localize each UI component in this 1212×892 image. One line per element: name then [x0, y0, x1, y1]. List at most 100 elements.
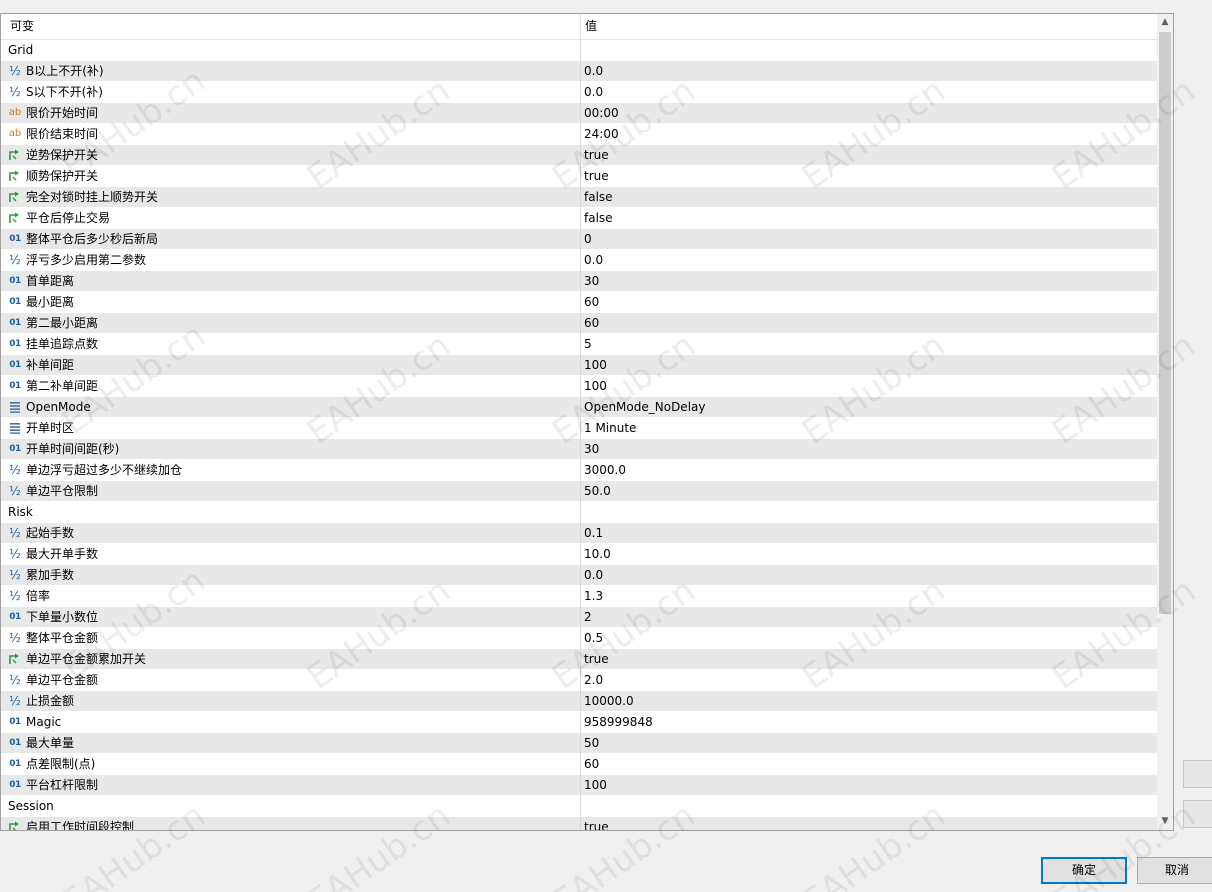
- property-row[interactable]: 平仓后停止交易 false: [1, 208, 1157, 229]
- side-button-lower[interactable]: [1183, 800, 1212, 828]
- property-value[interactable]: true: [584, 817, 1144, 830]
- property-value[interactable]: true: [584, 649, 1144, 669]
- property-row[interactable]: 单边平仓金额累加开关 true: [1, 649, 1157, 670]
- property-value[interactable]: 0.0: [584, 565, 1144, 585]
- property-value[interactable]: 0.1: [584, 523, 1144, 543]
- property-row[interactable]: ½ 起始手数 0.1: [1, 523, 1157, 544]
- property-name-cell: ½ 单边平仓限制: [1, 481, 580, 501]
- scroll-down-arrow-icon[interactable]: ▼: [1157, 813, 1173, 830]
- property-row[interactable]: 启用工作时间段控制 true: [1, 817, 1157, 830]
- property-value[interactable]: 958999848: [584, 712, 1144, 732]
- property-value[interactable]: 10.0: [584, 544, 1144, 564]
- property-value[interactable]: 1.3: [584, 586, 1144, 606]
- property-row[interactable]: 01 第二补单间距 100: [1, 376, 1157, 397]
- property-row[interactable]: ab 限价开始时间 00:00: [1, 103, 1157, 124]
- column-divider: [580, 775, 581, 796]
- property-value[interactable]: 24:00: [584, 124, 1144, 144]
- column-divider: [580, 796, 581, 817]
- property-value[interactable]: 0.0: [584, 250, 1144, 270]
- property-row[interactable]: ½ 浮亏多少启用第二参数 0.0: [1, 250, 1157, 271]
- property-row[interactable]: 01 最大单量 50: [1, 733, 1157, 754]
- property-row[interactable]: 01 首单距离 30: [1, 271, 1157, 292]
- property-row[interactable]: ½ 累加手数 0.0: [1, 565, 1157, 586]
- property-row[interactable]: 01 挂单追踪点数 5: [1, 334, 1157, 355]
- property-row[interactable]: 01 平台杠杆限制 100: [1, 775, 1157, 796]
- property-name: 顺势保护开关: [26, 169, 99, 183]
- property-value[interactable]: 60: [584, 292, 1144, 312]
- property-row[interactable]: 01 下单量小数位 2: [1, 607, 1157, 628]
- property-row[interactable]: OpenMode OpenMode_NoDelay: [1, 397, 1157, 418]
- property-value[interactable]: 60: [584, 754, 1144, 774]
- property-row[interactable]: 开单时区 1 Minute: [1, 418, 1157, 439]
- column-divider: [580, 103, 581, 124]
- property-name: 最大开单手数: [26, 547, 99, 561]
- group-row[interactable]: Grid: [1, 40, 1157, 61]
- property-value[interactable]: 3000.0: [584, 460, 1144, 480]
- property-row[interactable]: ½ 单边平仓金额 2.0: [1, 670, 1157, 691]
- property-value[interactable]: 0.5: [584, 628, 1144, 648]
- property-value[interactable]: 0.0: [584, 61, 1144, 81]
- property-value[interactable]: 00:00: [584, 103, 1144, 123]
- property-row[interactable]: ½ 单边浮亏超过多少不继续加仓 3000.0: [1, 460, 1157, 481]
- property-value[interactable]: 100: [584, 355, 1144, 375]
- cancel-button[interactable]: 取消: [1137, 857, 1212, 884]
- property-row[interactable]: ½ 止损金额 10000.0: [1, 691, 1157, 712]
- scroll-up-arrow-icon[interactable]: ▲: [1157, 14, 1173, 31]
- property-row[interactable]: 01 开单时间间距(秒) 30: [1, 439, 1157, 460]
- property-value[interactable]: 60: [584, 313, 1144, 333]
- property-row[interactable]: 01 第二最小距离 60: [1, 313, 1157, 334]
- property-row[interactable]: 逆势保护开关 true: [1, 145, 1157, 166]
- property-row[interactable]: 01 Magic 958999848: [1, 712, 1157, 733]
- header-column-divider[interactable]: [580, 14, 581, 40]
- property-name-cell: 01 平台杠杆限制: [1, 775, 580, 795]
- property-value[interactable]: 0: [584, 229, 1144, 249]
- property-value[interactable]: 2: [584, 607, 1144, 627]
- property-row[interactable]: 01 点差限制(点) 60: [1, 754, 1157, 775]
- double-type-icon: ½: [9, 568, 21, 582]
- header-name-column[interactable]: 可变: [10, 14, 34, 39]
- property-name-cell: 平仓后停止交易: [1, 208, 580, 228]
- property-value[interactable]: 50.0: [584, 481, 1144, 501]
- property-row[interactable]: 01 整体平仓后多少秒后新局 0: [1, 229, 1157, 250]
- property-value[interactable]: 100: [584, 376, 1144, 396]
- header-value-column[interactable]: 值: [585, 14, 597, 39]
- property-value[interactable]: 5: [584, 334, 1144, 354]
- group-value: [584, 796, 1144, 816]
- property-row[interactable]: ½ 单边平仓限制 50.0: [1, 481, 1157, 502]
- property-value[interactable]: false: [584, 187, 1144, 207]
- property-value[interactable]: 2.0: [584, 670, 1144, 690]
- property-value[interactable]: true: [584, 166, 1144, 186]
- column-divider: [580, 355, 581, 376]
- property-value[interactable]: true: [584, 145, 1144, 165]
- group-row[interactable]: Session: [1, 796, 1157, 817]
- property-name-cell: 01 挂单追踪点数: [1, 334, 580, 354]
- property-value[interactable]: 30: [584, 271, 1144, 291]
- property-row[interactable]: 01 最小距离 60: [1, 292, 1157, 313]
- property-name-cell: ½ 单边平仓金额: [1, 670, 580, 690]
- ok-button[interactable]: 确定: [1041, 857, 1127, 884]
- side-button-upper[interactable]: [1183, 760, 1212, 788]
- property-row[interactable]: ab 限价结束时间 24:00: [1, 124, 1157, 145]
- property-name-cell: ½ 整体平仓金额: [1, 628, 580, 648]
- property-row[interactable]: ½ S以下不开(补) 0.0: [1, 82, 1157, 103]
- property-value[interactable]: OpenMode_NoDelay: [584, 397, 1144, 417]
- property-value[interactable]: false: [584, 208, 1144, 228]
- property-row[interactable]: ½ 整体平仓金额 0.5: [1, 628, 1157, 649]
- property-value[interactable]: 1 Minute: [584, 418, 1144, 438]
- property-row[interactable]: ½ 最大开单手数 10.0: [1, 544, 1157, 565]
- property-row[interactable]: 完全对锁时挂上顺势开关 false: [1, 187, 1157, 208]
- double-type-icon: ½: [9, 673, 21, 687]
- property-value[interactable]: 0.0: [584, 82, 1144, 102]
- property-row[interactable]: ½ B以上不开(补) 0.0: [1, 61, 1157, 82]
- property-value[interactable]: 10000.0: [584, 691, 1144, 711]
- property-row[interactable]: 01 补单间距 100: [1, 355, 1157, 376]
- property-value[interactable]: 100: [584, 775, 1144, 795]
- property-row[interactable]: 顺势保护开关 true: [1, 166, 1157, 187]
- property-row[interactable]: ½ 倍率 1.3: [1, 586, 1157, 607]
- scrollbar-thumb[interactable]: [1159, 32, 1171, 614]
- group-row[interactable]: Risk: [1, 502, 1157, 523]
- property-value[interactable]: 50: [584, 733, 1144, 753]
- property-name-cell: 01 最大单量: [1, 733, 580, 753]
- vertical-scrollbar[interactable]: ▲ ▼: [1157, 14, 1173, 830]
- property-value[interactable]: 30: [584, 439, 1144, 459]
